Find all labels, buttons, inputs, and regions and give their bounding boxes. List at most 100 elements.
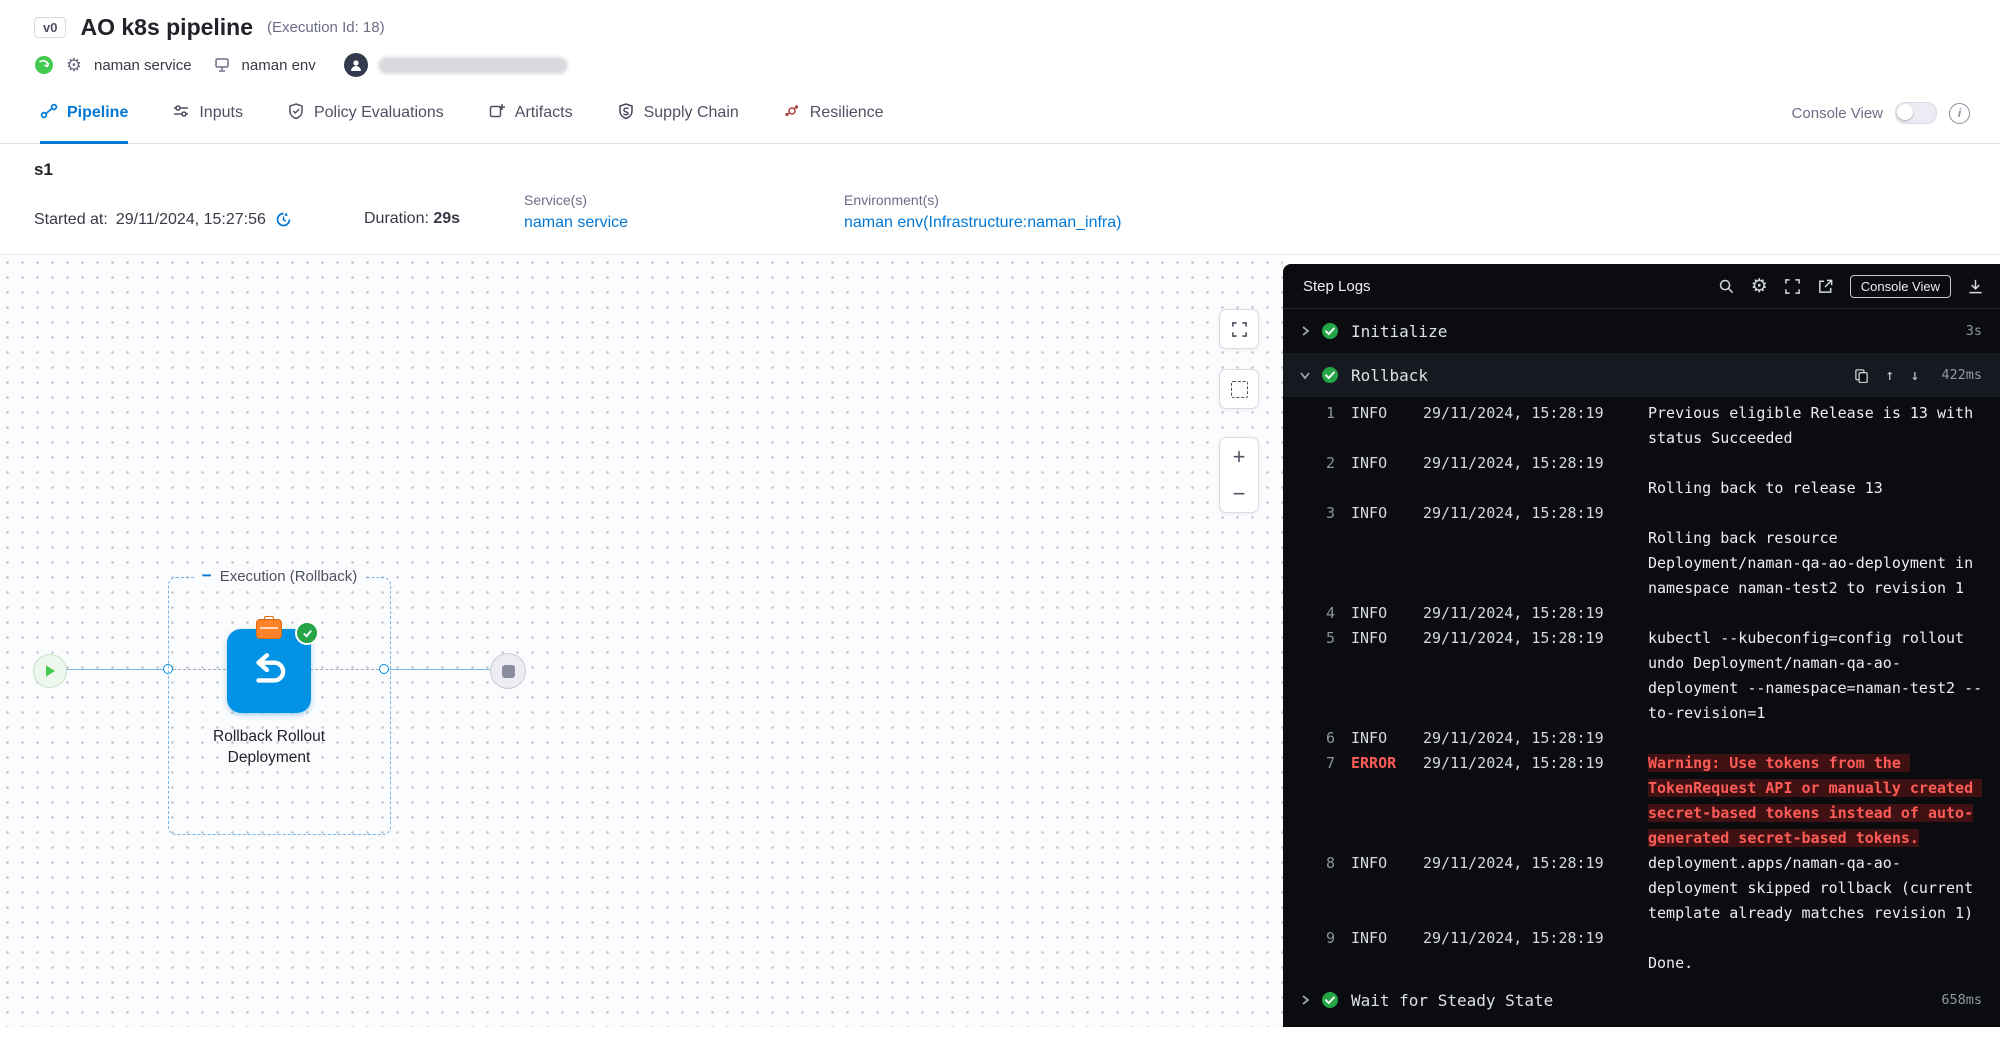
log-line: 2INFO29/11/2024, 15:28:19 Rolling back t… — [1283, 451, 2000, 501]
stage-name[interactable]: s1 — [34, 160, 2000, 180]
pipeline-end-node[interactable] — [490, 653, 526, 689]
tab-supply-chain-label: Supply Chain — [644, 104, 739, 122]
step-logs-body: Initialize 3s Rollback ↑ — [1283, 309, 2000, 1022]
tab-pipeline[interactable]: Pipeline — [40, 83, 128, 143]
environment-link-name: naman env — [844, 214, 923, 231]
user-avatar — [344, 53, 368, 77]
log-lines: 1INFO29/11/2024, 15:28:19Previous eligib… — [1283, 397, 2000, 978]
tab-inputs[interactable]: Inputs — [172, 83, 243, 143]
canvas-selection-button[interactable] — [1219, 369, 1259, 409]
tab-policy-evaluations[interactable]: Policy Evaluations — [287, 83, 444, 143]
info-icon[interactable]: i — [1949, 103, 1970, 124]
console-view-toggle-label: Console View — [1792, 105, 1883, 122]
execution-group-title: Execution (Rollback) — [220, 568, 358, 585]
log-line: 8INFO29/11/2024, 15:28:19deployment.apps… — [1283, 851, 2000, 926]
log-settings-gear-icon[interactable]: ⚙ — [1751, 277, 1768, 296]
environment-infrastructure: (Infrastructure:naman_infra) — [923, 214, 1121, 231]
scroll-down-icon[interactable]: ↓ — [1910, 366, 1919, 384]
execution-id: (Execution Id: 18) — [267, 19, 385, 36]
tab-pipeline-label: Pipeline — [67, 104, 128, 122]
chevron-down-icon — [1299, 369, 1311, 381]
check-circle-icon — [1321, 366, 1339, 384]
stage-info-bar: s1 Started at: 29/11/2024, 15:27:56 Dura… — [0, 144, 2000, 255]
deployment-briefcase-icon — [256, 619, 282, 639]
console-view-button[interactable]: Console View — [1850, 275, 1951, 298]
redacted-user-email — [378, 57, 568, 74]
stop-icon — [502, 665, 515, 678]
toggle-knob — [1897, 104, 1913, 120]
tab-resilience[interactable]: Resilience — [783, 83, 884, 143]
log-line: 9INFO29/11/2024, 15:28:19 Done. — [1283, 926, 2000, 976]
section-duration-wait: 658ms — [1941, 992, 1982, 1008]
scroll-up-icon[interactable]: ↑ — [1885, 366, 1894, 384]
edge-group-to-end — [389, 669, 490, 670]
open-in-new-tab-icon[interactable] — [1817, 278, 1834, 295]
gear-icon[interactable]: ⚙ — [64, 55, 84, 75]
copy-logs-icon[interactable] — [1854, 368, 1869, 383]
log-fullscreen-icon[interactable] — [1784, 278, 1801, 295]
canvas-fullscreen-button[interactable] — [1219, 309, 1259, 349]
service-link[interactable]: naman service — [524, 214, 628, 231]
history-icon[interactable] — [274, 210, 293, 229]
artifacts-icon — [488, 102, 506, 125]
log-section-rollback[interactable]: Rollback ↑ ↓ 422ms — [1283, 353, 2000, 397]
rollback-arrow-icon — [246, 651, 292, 691]
pipeline-canvas[interactable]: − Execution (Rollback) Rollback Rollout … — [0, 255, 1283, 1027]
environment-link[interactable]: naman env(Infrastructure:naman_infra) — [844, 214, 1121, 231]
chevron-right-icon — [1299, 994, 1311, 1006]
supply-chain-shield-icon — [617, 102, 635, 125]
step-logs-panel: Step Logs ⚙ Console View — [1283, 264, 2000, 1027]
execution-group-label: − Execution (Rollback) — [194, 566, 366, 586]
log-line: 1INFO29/11/2024, 15:28:19Previous eligib… — [1283, 401, 2000, 451]
execution-group[interactable]: − Execution (Rollback) Rollback Rollout … — [168, 577, 391, 835]
canvas-controls: + − — [1219, 309, 1259, 513]
edge-start-to-group — [65, 669, 163, 670]
app-root: v0 AO k8s pipeline (Execution Id: 18) ⚙ … — [0, 0, 2000, 1041]
tab-supply-chain[interactable]: Supply Chain — [617, 83, 739, 143]
step-logs-title: Step Logs — [1303, 278, 1371, 295]
header-service-name[interactable]: naman service — [94, 57, 192, 74]
search-icon[interactable] — [1718, 278, 1735, 295]
section-duration-rollback: 422ms — [1941, 367, 1982, 383]
marquee-icon — [1231, 381, 1248, 398]
console-view-toggle[interactable] — [1895, 102, 1937, 124]
check-circle-icon — [1321, 991, 1339, 1009]
policy-shield-icon — [287, 102, 305, 125]
chevron-right-icon — [1299, 325, 1311, 337]
cd-module-icon — [34, 55, 54, 75]
resilience-chaos-icon — [783, 102, 801, 125]
section-name-initialize: Initialize — [1351, 322, 1447, 341]
collapse-group-icon[interactable]: − — [202, 566, 212, 586]
tab-artifacts-label: Artifacts — [515, 104, 573, 122]
tab-inputs-label: Inputs — [199, 104, 243, 122]
log-line: 3INFO29/11/2024, 15:28:19 Rolling back r… — [1283, 501, 2000, 601]
tab-artifacts[interactable]: Artifacts — [488, 83, 573, 143]
duration-label: Duration: — [364, 210, 433, 227]
play-icon — [43, 664, 57, 678]
log-line: 6INFO29/11/2024, 15:28:19 — [1283, 726, 2000, 751]
duration-value: 29s — [433, 210, 460, 227]
zoom-in-button[interactable]: + — [1220, 438, 1258, 475]
section-duration-initialize: 3s — [1966, 323, 1982, 339]
execution-header: v0 AO k8s pipeline (Execution Id: 18) ⚙ … — [0, 0, 2000, 83]
step-success-check-icon — [295, 621, 319, 645]
log-line: 4INFO29/11/2024, 15:28:19 — [1283, 601, 2000, 626]
tab-resilience-label: Resilience — [810, 104, 884, 122]
tab-bar: Pipeline Inputs Policy Evaluations Artif… — [0, 83, 2000, 144]
step-logs-header: Step Logs ⚙ Console View — [1283, 264, 2000, 309]
tab-policy-evaluations-label: Policy Evaluations — [314, 104, 444, 122]
header-environment-name[interactable]: naman env — [242, 57, 316, 74]
started-at-value: 29/11/2024, 15:27:56 — [116, 211, 266, 229]
download-logs-icon[interactable] — [1967, 278, 1984, 295]
environments-label: Environment(s) — [844, 192, 1121, 208]
log-section-initialize[interactable]: Initialize 3s — [1283, 309, 2000, 353]
inputs-icon — [172, 102, 190, 125]
pipeline-icon — [40, 102, 58, 125]
section-name-rollback: Rollback — [1351, 366, 1428, 385]
zoom-controls: + − — [1219, 437, 1259, 513]
step-node-rollback[interactable] — [227, 629, 311, 713]
pipeline-start-node[interactable] — [33, 654, 67, 688]
log-section-wait-for-steady-state[interactable]: Wait for Steady State 658ms — [1283, 978, 2000, 1022]
version-badge[interactable]: v0 — [34, 17, 66, 38]
zoom-out-button[interactable]: − — [1220, 475, 1258, 512]
